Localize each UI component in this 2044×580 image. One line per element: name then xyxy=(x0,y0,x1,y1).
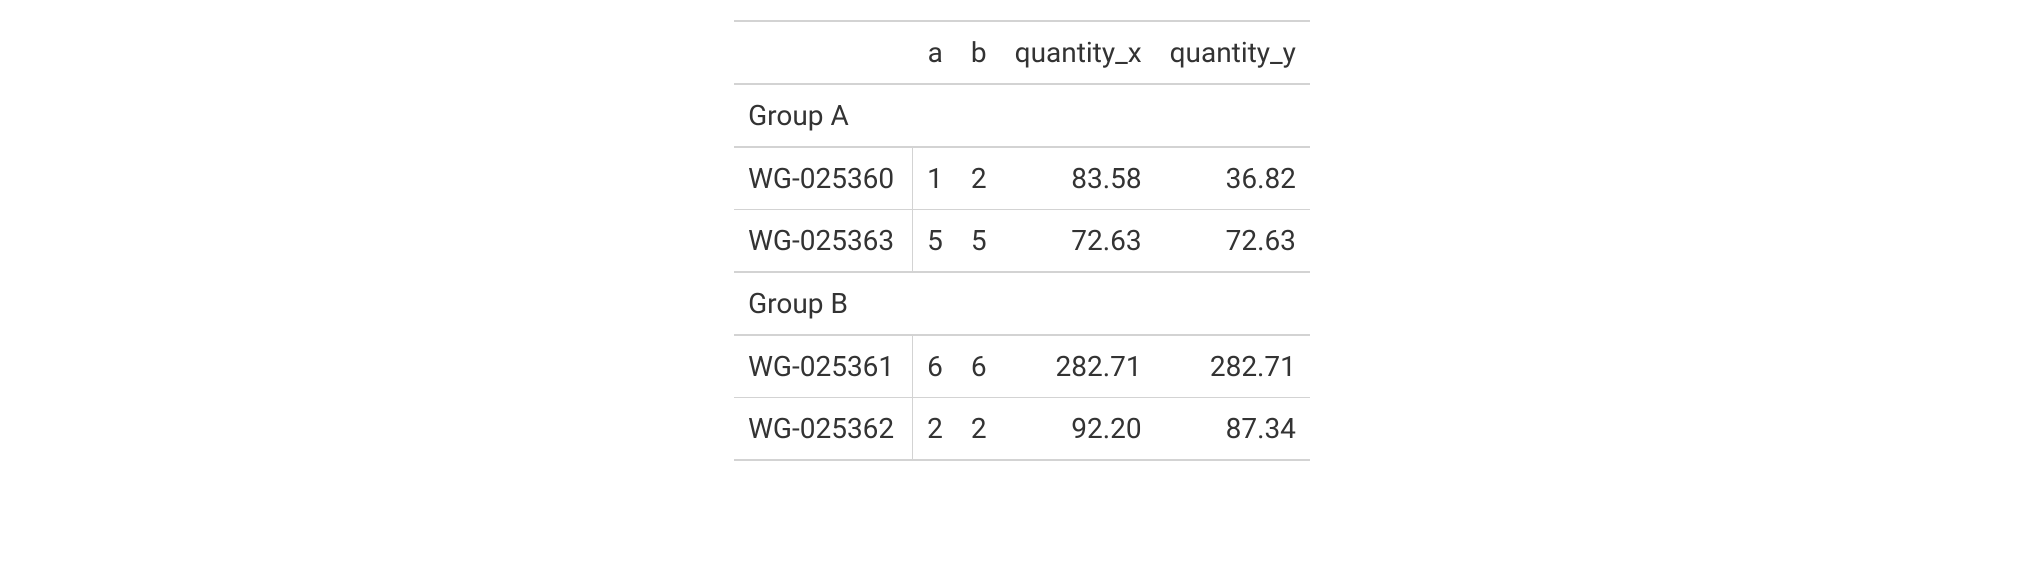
col-header-a: a xyxy=(913,21,957,84)
cell-quantity-x: 282.71 xyxy=(1001,335,1156,398)
col-header-quantity-y: quantity_y xyxy=(1156,21,1310,84)
cell-quantity-y: 87.34 xyxy=(1156,398,1310,461)
cell-b: 2 xyxy=(957,147,1001,210)
cell-quantity-y: 282.71 xyxy=(1156,335,1310,398)
group-row: Group B xyxy=(734,272,1310,335)
group-label: Group A xyxy=(734,84,1310,147)
row-stub: WG-025360 xyxy=(734,147,913,210)
cell-quantity-x: 92.20 xyxy=(1001,398,1156,461)
cell-b: 2 xyxy=(957,398,1001,461)
row-stub: WG-025363 xyxy=(734,210,913,273)
table-row: WG-025362 2 2 92.20 87.34 xyxy=(734,398,1310,461)
data-table: a b quantity_x quantity_y Group A WG-025… xyxy=(734,20,1310,461)
stub-header xyxy=(734,21,913,84)
cell-quantity-y: 72.63 xyxy=(1156,210,1310,273)
group-label: Group B xyxy=(734,272,1310,335)
row-stub: WG-025361 xyxy=(734,335,913,398)
cell-quantity-x: 83.58 xyxy=(1001,147,1156,210)
table-row: WG-025363 5 5 72.63 72.63 xyxy=(734,210,1310,273)
table-header-row: a b quantity_x quantity_y xyxy=(734,21,1310,84)
table-row: WG-025361 6 6 282.71 282.71 xyxy=(734,335,1310,398)
cell-a: 6 xyxy=(913,335,957,398)
cell-b: 5 xyxy=(957,210,1001,273)
table-row: WG-025360 1 2 83.58 36.82 xyxy=(734,147,1310,210)
cell-b: 6 xyxy=(957,335,1001,398)
cell-a: 1 xyxy=(913,147,957,210)
cell-quantity-x: 72.63 xyxy=(1001,210,1156,273)
col-header-b: b xyxy=(957,21,1001,84)
row-stub: WG-025362 xyxy=(734,398,913,461)
group-row: Group A xyxy=(734,84,1310,147)
col-header-quantity-x: quantity_x xyxy=(1001,21,1156,84)
cell-quantity-y: 36.82 xyxy=(1156,147,1310,210)
cell-a: 2 xyxy=(913,398,957,461)
cell-a: 5 xyxy=(913,210,957,273)
